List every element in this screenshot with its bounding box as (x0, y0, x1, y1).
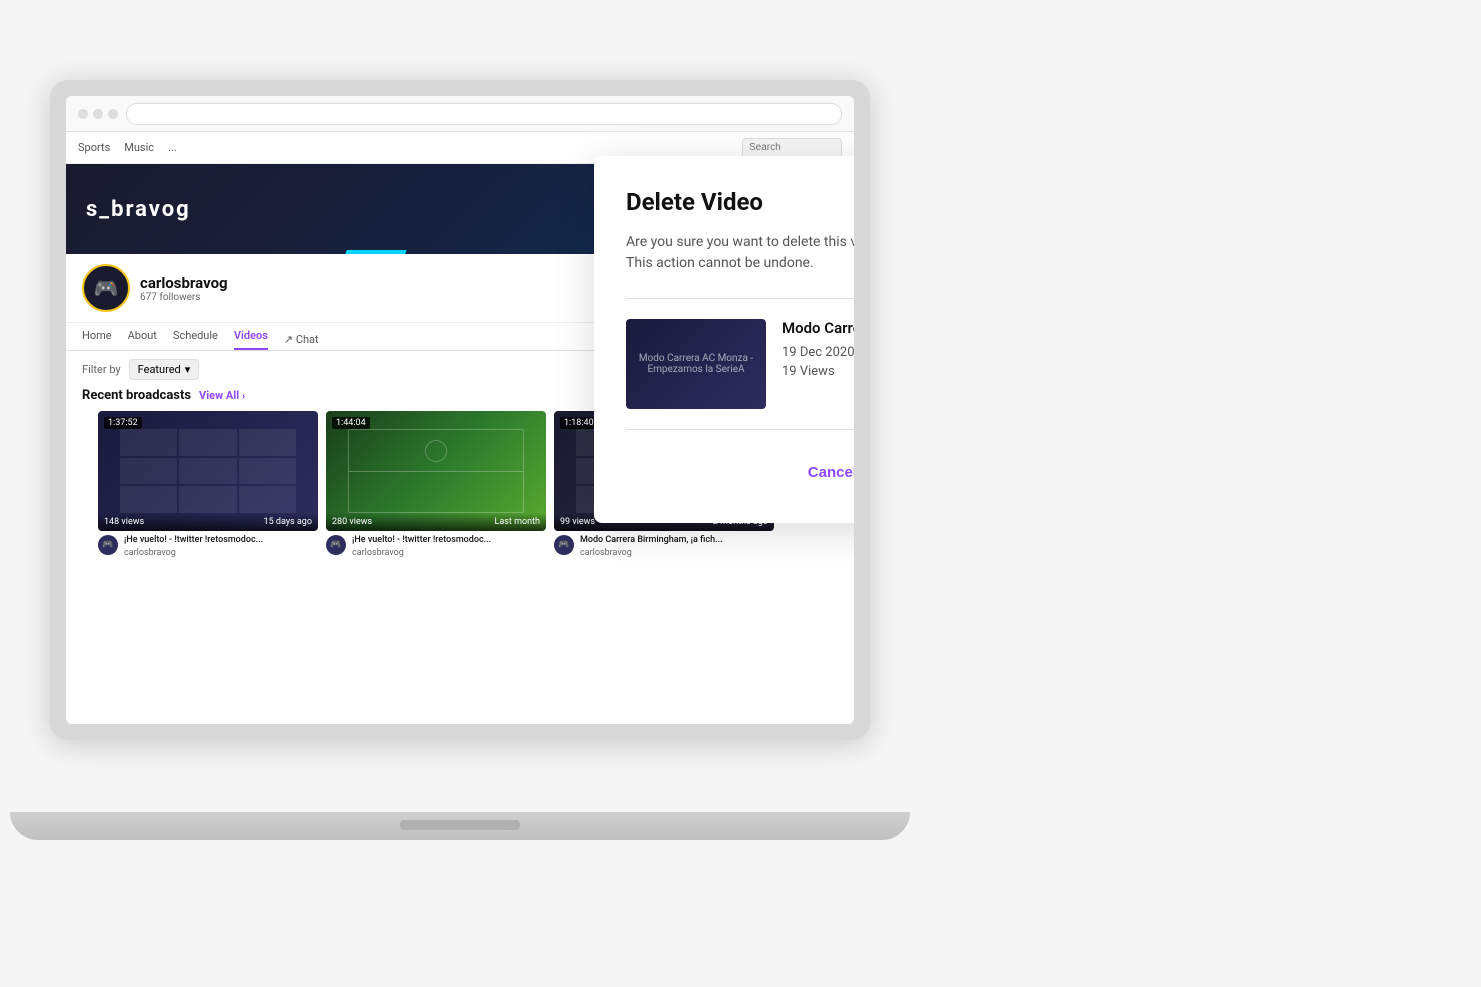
nav-videos[interactable]: Videos (234, 329, 268, 350)
video-duration-3: 1:18:40 (560, 417, 598, 429)
preview-title: Modo Carrera AC Monza ... (782, 319, 854, 339)
channel-meta: carlosbravog 677 followers (140, 274, 228, 303)
video-channel-1: carlosbravog (124, 548, 318, 558)
preview-thumbnail: Modo Carrera AC Monza - Empezamos la Ser… (626, 319, 766, 409)
video-channel-2: carlosbravog (352, 548, 546, 558)
video-text-2: ¡He vuelto! - !twitter !retosmodoc... ca… (352, 535, 546, 558)
avatar: 🎮 (82, 264, 130, 312)
video-text-1: ¡He vuelto! - !twitter !retosmodoc... ca… (124, 535, 318, 558)
video-avatar-3: 🎮 (554, 535, 574, 555)
filter-label: Filter by (82, 363, 121, 376)
preview-info: Modo Carrera AC Monza ... 19 Dec 2020 · … (782, 319, 854, 379)
banner-text: s_bravog (86, 197, 191, 222)
browser-close-dot (78, 109, 88, 119)
video-avatar-1: 🎮 (98, 535, 118, 555)
video-info-1: 🎮 ¡He vuelto! - !twitter !retosmodoc... … (98, 535, 318, 558)
video-card-2[interactable]: 1:44:04 280 views Last month 🎮 (326, 411, 546, 558)
laptop-screen: Sports Music ... s_bravog 🎮 (50, 80, 870, 740)
video-thumb-2: 1:44:04 280 views Last month (326, 411, 546, 531)
browser-controls (78, 109, 118, 119)
dialog-title: Delete Video (626, 188, 854, 216)
channel-followers: 677 followers (140, 292, 228, 303)
video-info-2: 🎮 ¡He vuelto! - !twitter !retosmodoc... … (326, 535, 546, 558)
cancel-button[interactable]: Cancel (792, 456, 854, 489)
video-stats-1: 148 views 15 days ago (98, 513, 318, 531)
chevron-down-icon: ▾ (185, 363, 191, 376)
browser-min-dot (93, 109, 103, 119)
dialog-actions: Cancel Delete (626, 454, 854, 491)
section-label: Recent broadcasts (82, 388, 191, 403)
video-duration-1: 1:37:52 (104, 417, 142, 429)
video-views-2: 280 views (332, 517, 372, 527)
video-duration-2: 1:44:04 (332, 417, 370, 429)
video-info-3: 🎮 Modo Carrera Birmingham, ¡a fich... ca… (554, 535, 774, 558)
browser-address-bar[interactable] (126, 103, 842, 125)
nav-schedule[interactable]: Schedule (173, 329, 218, 350)
nav-home[interactable]: Home (82, 329, 112, 350)
video-views-3: 99 views (560, 517, 595, 527)
delete-dialog: Delete Video Are you sure you want to de… (594, 156, 854, 523)
dialog-video-preview: Modo Carrera AC Monza - Empezamos la Ser… (626, 319, 854, 409)
video-views-1: 148 views (104, 517, 144, 527)
filter-dropdown[interactable]: Featured ▾ (129, 359, 200, 380)
video-title-2: ¡He vuelto! - !twitter !retosmodoc... (352, 535, 546, 547)
laptop: Sports Music ... s_bravog 🎮 (50, 80, 910, 840)
video-title-1: ¡He vuelto! - !twitter !retosmodoc... (124, 535, 318, 547)
football-field (348, 429, 524, 513)
video-stats-2: 280 views Last month (326, 513, 546, 531)
nav-music[interactable]: Music (124, 141, 154, 154)
preview-thumb-label: Modo Carrera AC Monza - Empezamos la Ser… (630, 353, 762, 375)
video-title-3: Modo Carrera Birmingham, ¡a fich... (580, 535, 774, 547)
video-channel-3: carlosbravog (580, 548, 774, 558)
nav-more[interactable]: ... (168, 141, 177, 154)
dialog-divider-bottom (626, 429, 854, 430)
dialog-message: Are you sure you want to delete this vid… (626, 232, 854, 274)
browser-window: Sports Music ... s_bravog 🎮 (66, 96, 854, 724)
dialog-message-line2: This action cannot be undone. (626, 255, 814, 271)
channel-name: carlosbravog (140, 274, 228, 292)
browser-nav (66, 96, 854, 132)
view-all-link[interactable]: View All › (199, 389, 245, 402)
nav-about[interactable]: About (128, 329, 157, 350)
nav-sports[interactable]: Sports (78, 141, 110, 154)
video-time-1: 15 days ago (264, 517, 312, 527)
browser-max-dot (108, 109, 118, 119)
banner-accent (345, 250, 406, 254)
preview-thumb-inner: Modo Carrera AC Monza - Empezamos la Ser… (626, 319, 766, 409)
video-thumb-1: 1:37:52 148 views 15 days ago (98, 411, 318, 531)
search-input[interactable] (742, 138, 842, 158)
dialog-divider-top (626, 298, 854, 299)
dialog-message-line1: Are you sure you want to delete this vid… (626, 234, 854, 250)
video-card-1[interactable]: 1:37:52 148 views 15 days ago 🎮 (98, 411, 318, 558)
filter-value: Featured (138, 363, 181, 376)
video-text-3: Modo Carrera Birmingham, ¡a fich... carl… (580, 535, 774, 558)
preview-views: 19 Views (782, 364, 854, 379)
video-time-2: Last month (495, 517, 540, 527)
nav-chat[interactable]: ↗ Chat (284, 329, 319, 350)
laptop-base (10, 812, 910, 840)
thumb-grid-1 (120, 429, 296, 513)
avatar-icon: 🎮 (94, 276, 119, 300)
scene: Sports Music ... s_bravog 🎮 (0, 0, 1481, 987)
preview-date: 19 Dec 2020 · 9:38 (782, 345, 854, 360)
video-avatar-2: 🎮 (326, 535, 346, 555)
